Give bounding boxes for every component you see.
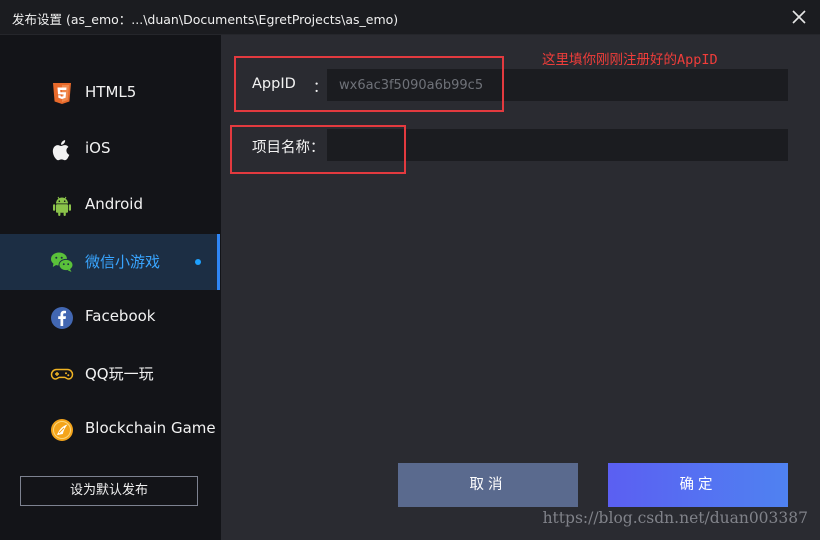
set-default-publish-button[interactable]: 设为默认发布 [20, 476, 198, 506]
sidebar-item-qq-play[interactable]: QQ玩一玩 [0, 346, 220, 402]
blockchain-icon [51, 419, 73, 441]
title-bar: 发布设置 (as_emo：...\duan\Documents\EgretPro… [0, 0, 820, 35]
watermark-text: https://blog.csdn.net/duan003387 [542, 509, 808, 527]
sidebar-item-ios[interactable]: iOS [0, 122, 220, 178]
window-title: 发布设置 (as_emo：...\duan\Documents\EgretPro… [12, 12, 399, 27]
wechat-icon [51, 252, 74, 272]
platform-sidebar: HTML5 iOS Android 微信小游戏 Facebook QQ玩一玩 B… [0, 35, 220, 540]
appid-label: AppID [252, 76, 296, 92]
apple-icon [52, 140, 70, 161]
annotation-text: 这里填你刚刚注册好的AppID [542, 52, 718, 68]
sidebar-item-label: 微信小游戏 [85, 253, 161, 271]
android-icon [53, 196, 71, 216]
appid-label-colon: ： [313, 80, 328, 96]
sidebar-item-facebook[interactable]: Facebook [0, 290, 220, 346]
sidebar-item-label: Android [85, 195, 143, 213]
facebook-icon [51, 307, 73, 329]
sidebar-item-label: QQ玩一玩 [85, 365, 154, 383]
sidebar-item-wechat-minigame[interactable]: 微信小游戏 [0, 234, 220, 290]
sidebar-item-label: HTML5 [85, 83, 137, 101]
sidebar-item-android[interactable]: Android [0, 178, 220, 234]
project-name-label: 项目名称： [252, 140, 325, 156]
sidebar-item-label: Blockchain Game [85, 419, 216, 437]
confirm-button[interactable]: 确定 [608, 463, 788, 507]
active-indicator-dot [195, 259, 201, 265]
html5-icon [53, 83, 71, 104]
close-icon [792, 10, 806, 24]
appid-input[interactable] [327, 69, 788, 101]
project-name-input[interactable] [327, 129, 788, 161]
sidebar-item-label: iOS [85, 139, 111, 157]
cancel-button[interactable]: 取消 [398, 463, 578, 507]
sidebar-item-label: Facebook [85, 307, 156, 325]
gamepad-icon [50, 368, 74, 380]
sidebar-item-html5[interactable]: HTML5 [0, 66, 220, 122]
sidebar-item-blockchain-game[interactable]: Blockchain Game [0, 402, 220, 458]
close-button[interactable] [786, 4, 812, 30]
